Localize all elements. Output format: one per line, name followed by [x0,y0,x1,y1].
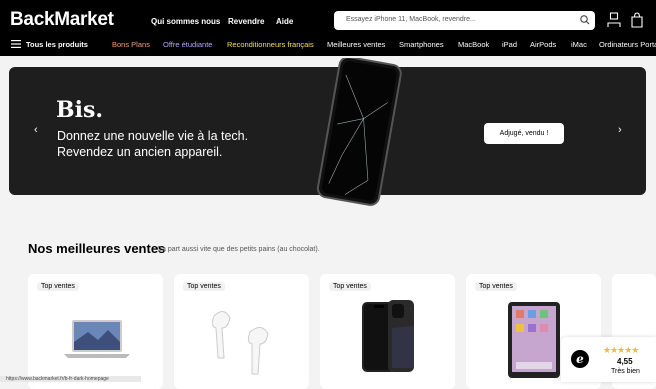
category-ipad[interactable]: iPad [502,40,517,49]
search-placeholder: Essayez iPhone 11, MacBook, revendre... [346,16,476,23]
product-card-macbook[interactable]: Top ventes [28,274,163,389]
chevron-right-icon[interactable]: › [618,124,622,136]
category-laptops[interactable]: Ordinateurs Portables [599,40,656,49]
top-sales-badge: Top ventes [475,282,517,291]
cart-icon[interactable] [630,12,644,28]
top-sales-badge: Top ventes [329,282,371,291]
category-airpods[interactable]: AirPods [530,40,556,49]
top-sales-badge: Top ventes [37,282,79,291]
sell-button[interactable]: Adjugé, vendu ! [484,123,564,144]
product-card-airpods[interactable]: Top ventes [174,274,309,389]
section-subtitle: Ça part aussi vite que des petits pains … [157,246,320,253]
macbook-image [64,320,130,358]
category-best-sellers[interactable]: Meilleures ventes [327,40,385,49]
category-all-products[interactable]: Tous les produits [26,40,88,49]
category-french-refurbishers[interactable]: Reconditionneurs français [227,40,314,49]
logo[interactable]: BackMarket [10,9,114,31]
product-card-iphone[interactable]: Top ventes [320,274,455,389]
iphone-image [362,300,414,372]
rating-label: Très bien [611,368,640,375]
category-deals[interactable]: Bons Plans [112,40,150,49]
hero-line-1: Donnez une nouvelle vie à la tech. [57,129,249,143]
rating-score: 4,55 [617,357,633,366]
hero-subtitle: Donnez une nouvelle vie à la tech. Reven… [57,128,277,160]
top-header: BackMarket Qui sommes nous Revendre Aide… [0,0,656,56]
trusted-shops-rating[interactable]: e ★★★★★ 4,55 Très bien [561,337,656,382]
menu-icon[interactable] [11,40,21,48]
airpods-image [211,311,269,375]
category-macbook[interactable]: MacBook [458,40,489,49]
search-input[interactable]: Essayez iPhone 11, MacBook, revendre... [334,11,595,30]
search-icon[interactable] [579,14,591,26]
nav-help[interactable]: Aide [276,17,293,26]
category-smartphones[interactable]: Smartphones [399,40,444,49]
account-icon[interactable] [607,12,621,28]
nav-about[interactable]: Qui sommes nous [151,17,220,26]
ipad-image [508,302,560,378]
chevron-left-icon[interactable]: ‹ [34,124,38,136]
cracked-phone-image [316,58,402,206]
category-imac[interactable]: iMac [571,40,587,49]
rating-stars: ★★★★★ [603,345,639,355]
trusted-shops-logo: e [571,350,589,368]
section-title: Nos meilleures ventes [28,241,166,256]
hero-line-2: Revendez un ancien appareil. [57,145,223,159]
top-sales-badge: Top ventes [183,282,225,291]
status-url: https://www.backmarket.fr/b-fr-dark-home… [0,376,141,382]
category-student-offer[interactable]: Offre étudiante [163,40,212,49]
nav-resell[interactable]: Revendre [228,17,264,26]
hero-title: Bis. [56,97,103,123]
